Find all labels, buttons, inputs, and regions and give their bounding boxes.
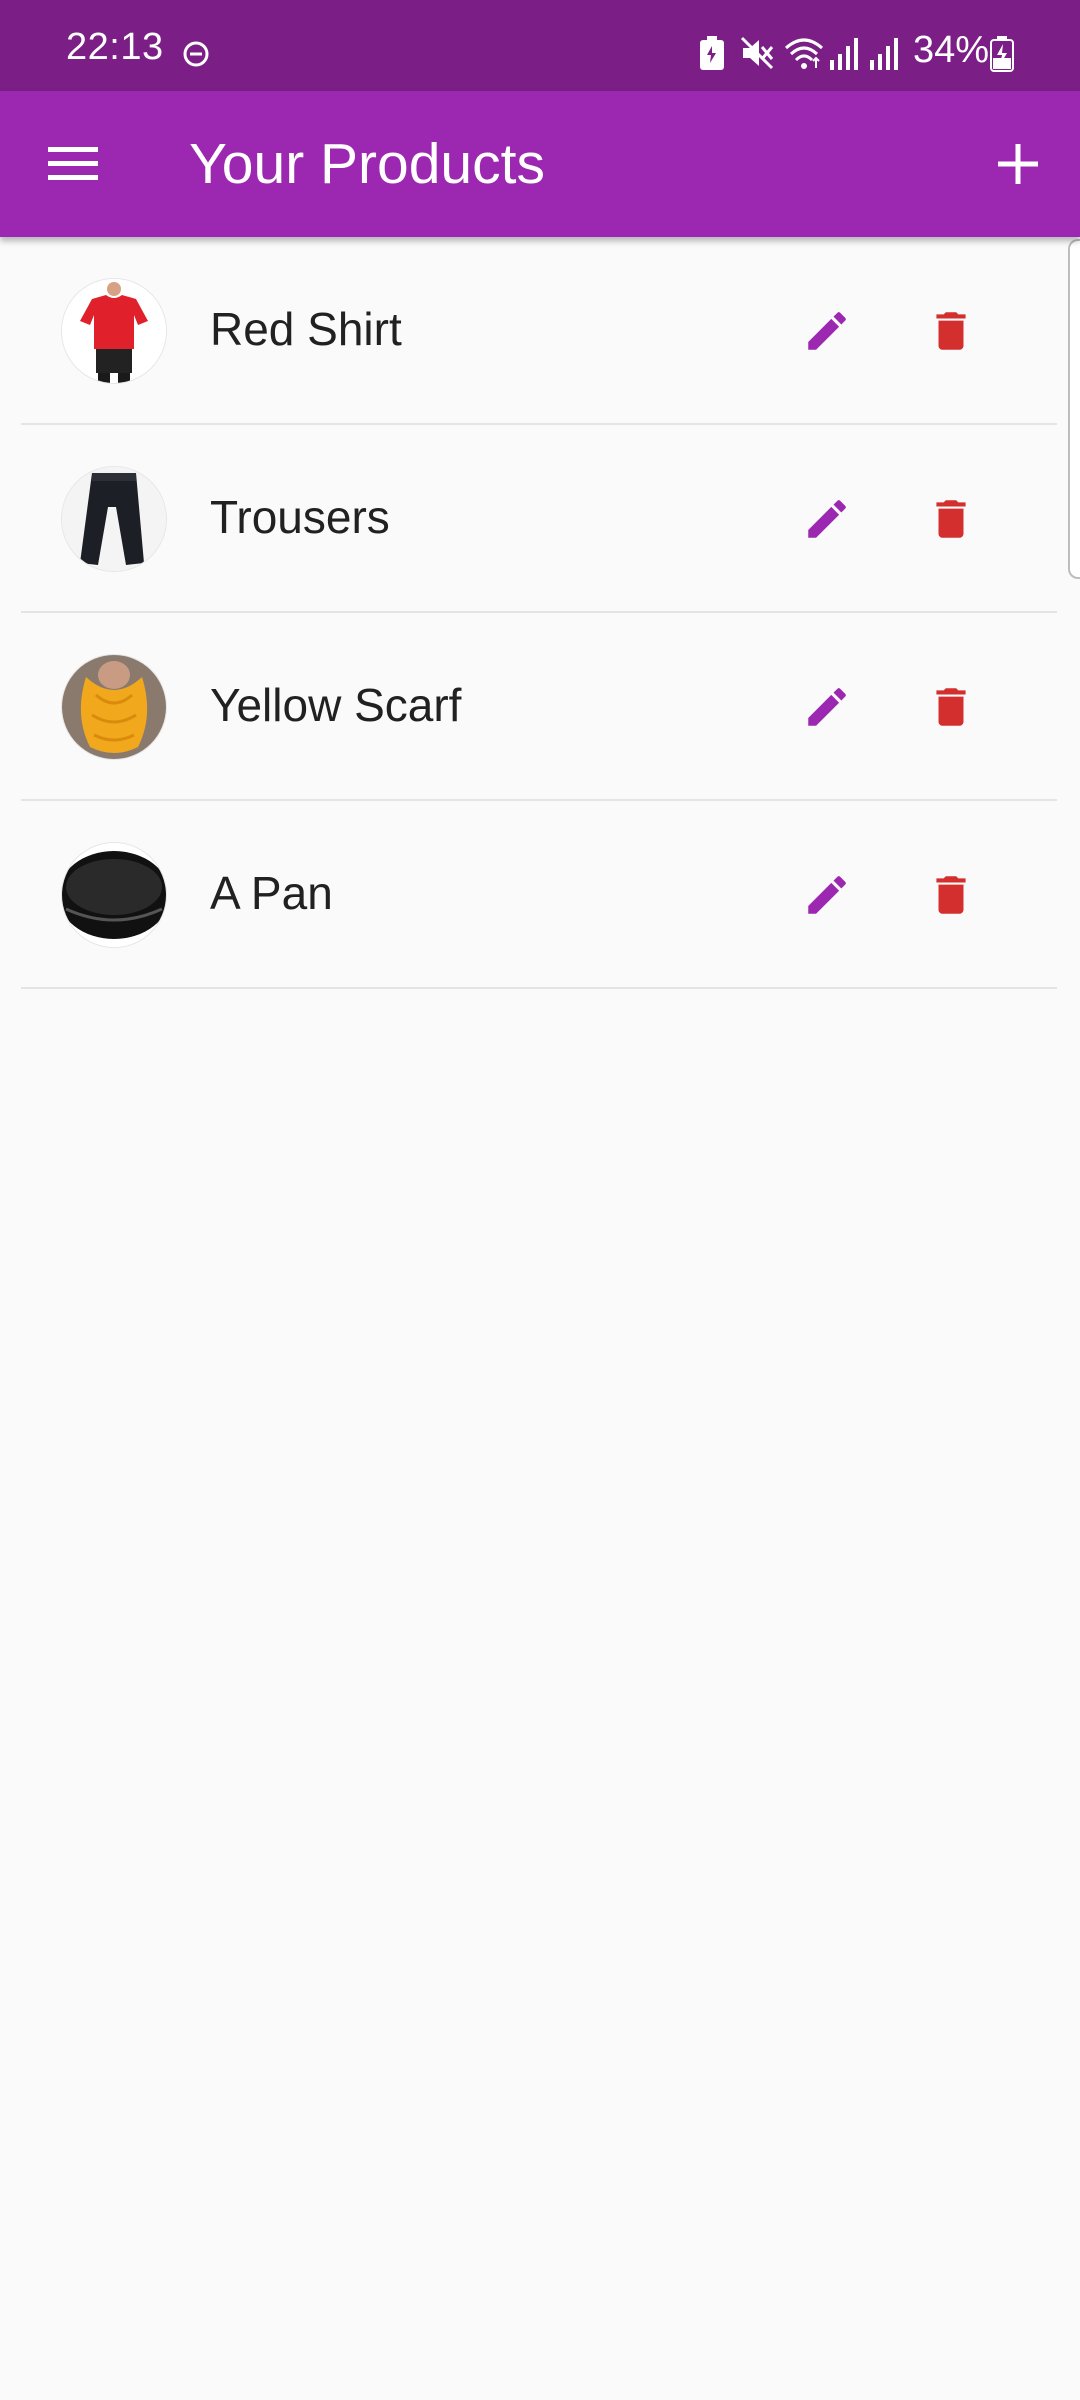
delete-button[interactable] [907,287,995,375]
trash-icon [936,312,966,350]
list-item[interactable]: Trousers [21,425,1057,613]
pencil-icon [808,688,846,726]
status-bar: 22:13 34% [0,0,1080,91]
add-icon [998,144,1038,184]
scrollbar[interactable] [1068,239,1080,579]
product-thumbnail-pan [62,843,166,947]
trash-icon [936,500,966,538]
delete-button[interactable] [907,851,995,939]
product-thumbnail-yellow-scarf [62,655,166,759]
status-time: 22:13 [66,26,164,68]
pencil-icon [808,312,846,350]
menu-button[interactable] [30,125,116,203]
product-thumbnail-red-shirt [62,279,166,383]
list-item[interactable]: Red Shirt [21,237,1057,425]
menu-icon [48,147,98,180]
battery-charging-icon [990,36,1014,72]
edit-button[interactable] [783,851,871,939]
product-title: Red Shirt [210,303,402,355]
product-title: Trousers [210,491,390,543]
pencil-icon [808,500,846,538]
app-bar: Your Products [0,91,1080,237]
pencil-icon [808,876,846,914]
product-title: A Pan [210,867,333,919]
edit-button[interactable] [783,475,871,563]
list-item[interactable]: Yellow Scarf [21,613,1057,801]
signal-icon [870,38,898,70]
product-title: Yellow Scarf [210,679,462,731]
signal-icon [830,38,858,70]
edit-button[interactable] [783,663,871,751]
edit-button[interactable] [783,287,871,375]
delete-button[interactable] [907,475,995,563]
wifi-icon [785,38,823,69]
list-item[interactable]: A Pan [21,801,1057,989]
battery-saver-icon [700,36,724,70]
add-product-button[interactable] [976,125,1060,203]
product-thumbnail-trousers [62,467,166,571]
trash-icon [936,876,966,914]
delete-button[interactable] [907,663,995,751]
battery-percentage: 34% [913,29,990,71]
page-title: Your Products [189,132,545,196]
do-not-disturb-icon [183,41,209,67]
mute-icon [740,36,774,70]
trash-icon [936,688,966,726]
